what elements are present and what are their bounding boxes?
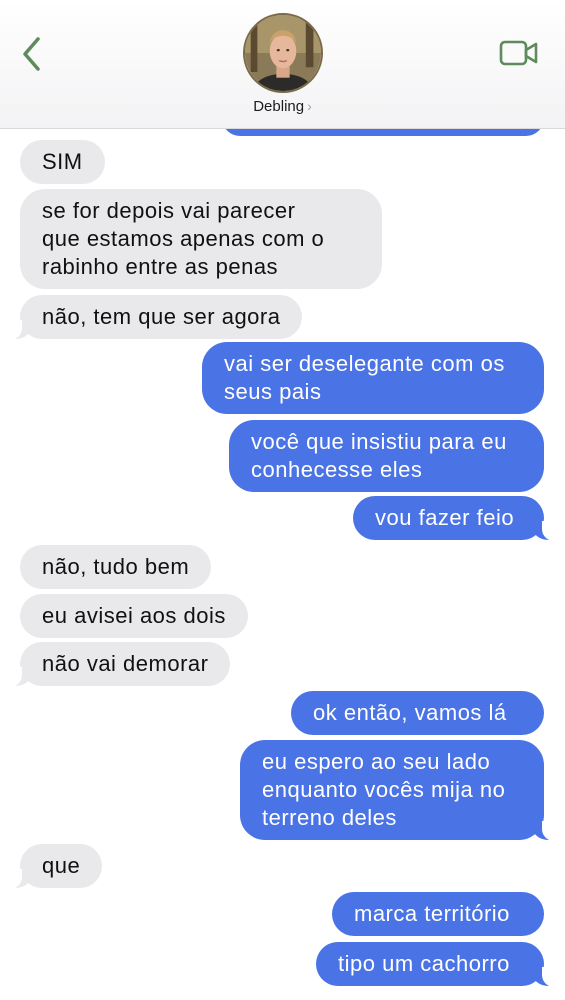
message-bubble-incoming: eu avisei aos dois [20,594,248,638]
conversation-header: Debling › [0,0,565,129]
message-bubble-outgoing: tipo um cachorro [316,942,556,987]
video-call-button[interactable] [499,38,539,68]
message-bubble-outgoing: vai ser deselegante com os seus pais [202,342,544,414]
contact-avatar[interactable] [243,13,323,93]
contact-name: Debling [253,98,305,115]
message-bubble-incoming: não, tem que ser agora [7,295,303,340]
message-bubble-outgoing: ok então, vamos lá [291,691,544,735]
message-bubble-outgoing: eu espero ao seu lado enquanto vocês mij… [240,740,556,841]
message-bubble-incoming: não, tudo bem [20,545,212,589]
back-button[interactable] [18,32,48,76]
message-bubble-outgoing: marca território [332,892,544,936]
message-bubble-incoming: que [7,844,103,889]
message-bubble-outgoing: você que insistiu para eu conhecesse ele… [229,420,544,492]
contact-name-button[interactable]: Debling › [0,98,565,115]
chevron-right-icon: › [307,98,312,114]
video-camera-icon [499,40,538,66]
message-bubble-incoming: SIM [20,140,105,184]
message-bubble-incoming: se for depois vai parecer que estamos ap… [20,189,382,289]
message-bubble-outgoing: vou fazer feio [353,496,556,541]
chevron-left-icon [23,37,40,71]
message-bubble-incoming: não vai demorar [7,642,231,687]
